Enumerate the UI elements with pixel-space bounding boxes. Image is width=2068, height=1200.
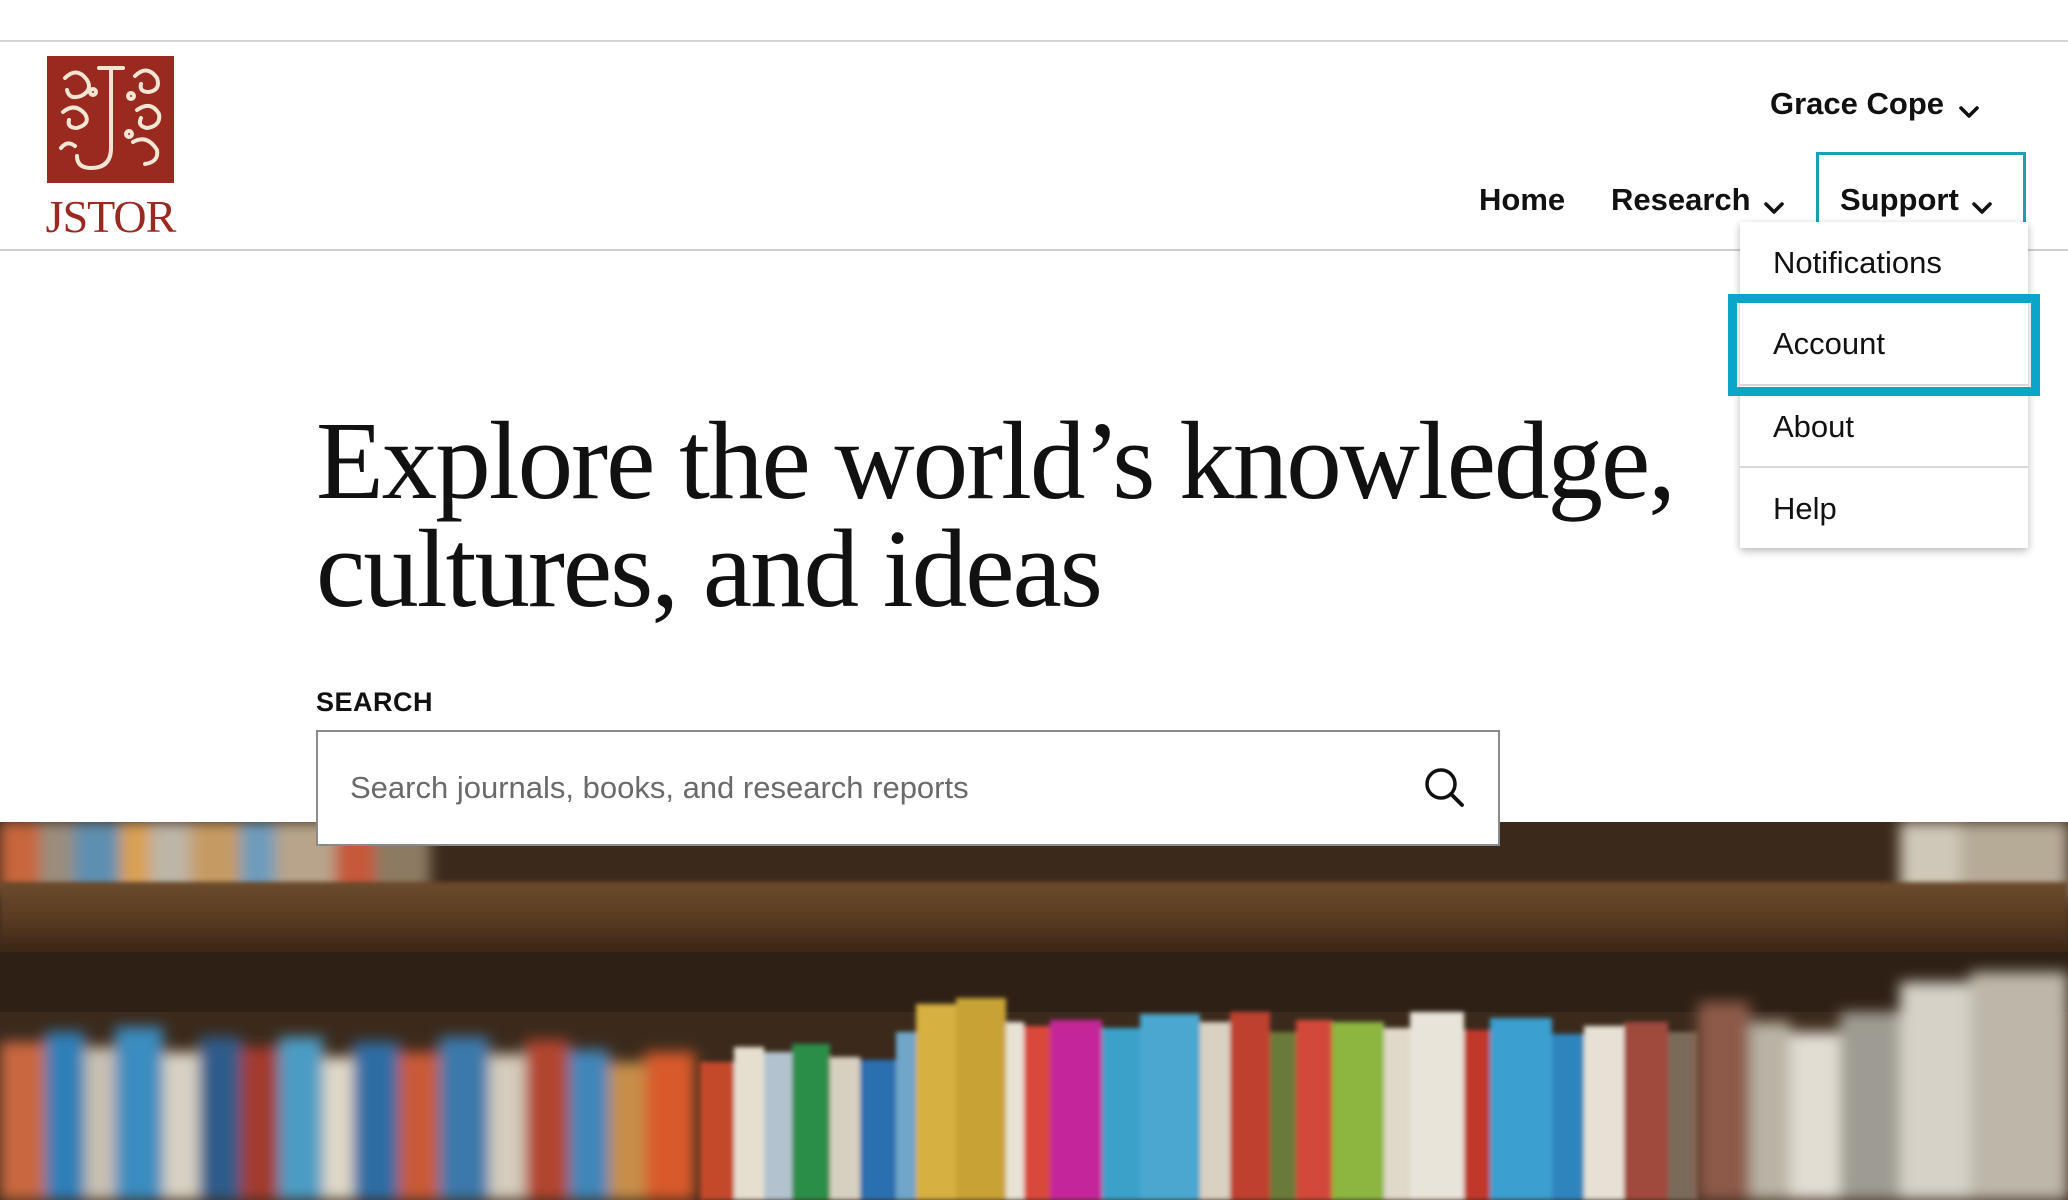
- menu-item-help[interactable]: Help: [1740, 466, 2028, 548]
- top-divider: [0, 40, 2068, 42]
- jstor-logo[interactable]: JSTOR: [42, 56, 179, 242]
- chevron-down-icon: [1969, 190, 1995, 214]
- library-bookshelf-photo: [0, 822, 2068, 1200]
- nav-home-label: Home: [1479, 182, 1566, 217]
- support-dropdown-menu: Notifications Account About Help: [1740, 222, 2028, 548]
- headline-line-2: cultures, and ideas: [316, 508, 1103, 631]
- nav-home-link[interactable]: Home: [1479, 182, 1565, 218]
- menu-item-notifications[interactable]: Notifications: [1740, 222, 2028, 304]
- nav-support-label: Support: [1840, 182, 1959, 217]
- menu-item-account[interactable]: Account: [1740, 304, 2028, 384]
- nav-research-label: Research: [1611, 182, 1751, 217]
- search-input[interactable]: [318, 732, 1368, 844]
- user-account-menu[interactable]: Grace Cope: [1770, 86, 1982, 122]
- search-icon[interactable]: [1420, 763, 1470, 813]
- page-headline: Explore the world’s knowledge, cultures,…: [316, 406, 1736, 625]
- jstor-wordmark: JSTOR: [45, 191, 177, 242]
- user-name: Grace Cope: [1769, 86, 1944, 121]
- chevron-down-icon: [1956, 94, 1982, 118]
- nav-support-menu[interactable]: Support: [1840, 182, 1995, 218]
- jstor-seal: [47, 56, 174, 183]
- search-box: [316, 730, 1500, 846]
- headline-line-1: Explore the world’s knowledge,: [316, 400, 1676, 523]
- search-label: SEARCH: [316, 687, 434, 717]
- menu-item-about[interactable]: About: [1740, 384, 2028, 466]
- chevron-down-icon: [1761, 190, 1787, 214]
- nav-research-menu[interactable]: Research: [1611, 182, 1787, 218]
